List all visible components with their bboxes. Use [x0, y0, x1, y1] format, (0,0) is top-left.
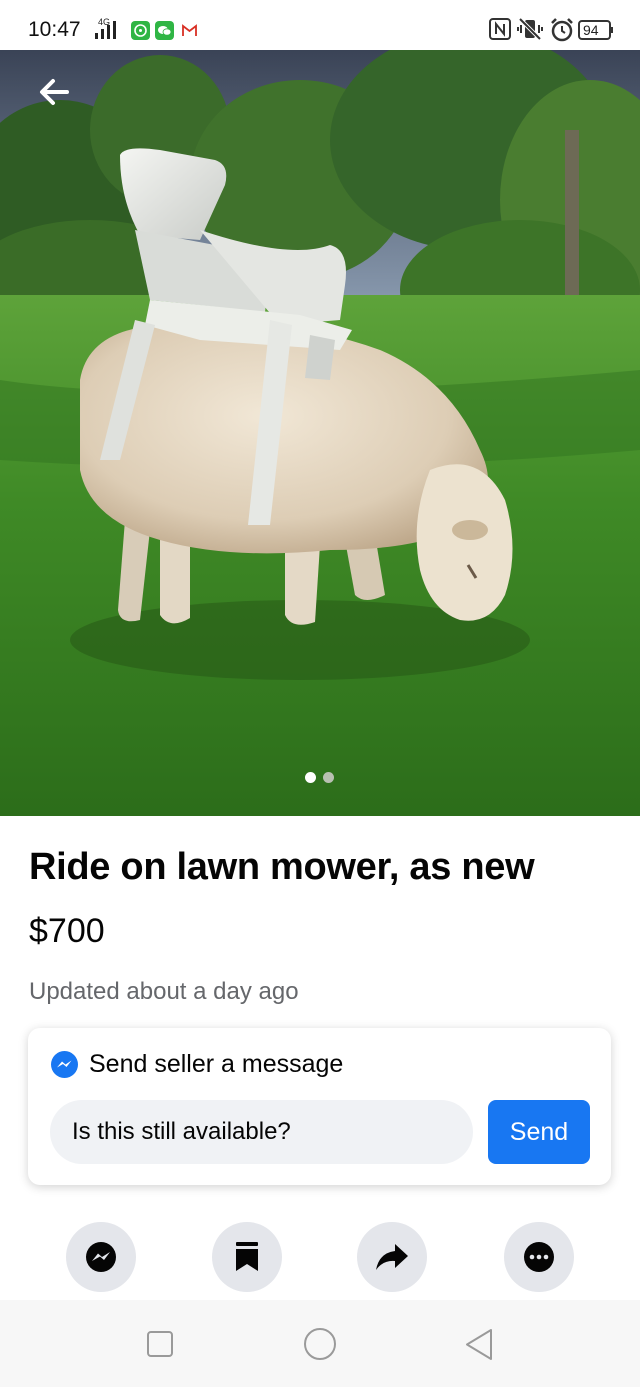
signal-icon: 4G: [92, 16, 124, 42]
status-bar: 10:47 4G 94: [0, 0, 640, 50]
more-icon: [524, 1242, 554, 1272]
back-nav-button[interactable]: [464, 1328, 494, 1362]
share-listing-button[interactable]: [357, 1222, 427, 1292]
message-input[interactable]: [50, 1100, 473, 1164]
arrow-left-icon: [40, 79, 69, 105]
save-bookmark-icon: [236, 1242, 258, 1271]
listing-price: $700: [29, 912, 105, 950]
wechat-icon: [155, 21, 174, 40]
message-seller-card: Send seller a message Send: [28, 1028, 611, 1185]
listing-updated-time: Updated about a day ago: [29, 978, 299, 1005]
messenger-icon: [86, 1242, 116, 1272]
message-card-header: Send seller a message: [50, 1050, 343, 1079]
vibrate-icon: [517, 17, 543, 41]
home-button[interactable]: [302, 1328, 338, 1362]
status-time: 10:47: [28, 18, 81, 41]
listing-photo: [0, 50, 640, 816]
system-navigation-bar: [0, 1300, 640, 1387]
save-listing-button[interactable]: [212, 1222, 282, 1292]
photo-pagination-dots: [305, 772, 334, 783]
photo-dot-inactive[interactable]: [323, 772, 334, 783]
share-icon: [376, 1244, 408, 1270]
send-button-label: Send: [509, 1117, 569, 1146]
alarm-icon: [551, 18, 573, 42]
message-card-heading: Send seller a message: [89, 1050, 344, 1078]
listing-photo-carousel[interactable]: [0, 50, 640, 816]
battery-level: 94: [583, 22, 599, 38]
messenger-icon: [51, 1051, 78, 1078]
gmail-icon: [180, 21, 199, 40]
battery-icon: 94: [578, 19, 614, 41]
photo-dot-active[interactable]: [305, 772, 316, 783]
message-seller-button[interactable]: [66, 1222, 136, 1292]
whatsapp-icon: [131, 21, 150, 40]
back-button[interactable]: [30, 72, 78, 112]
recent-apps-button[interactable]: [146, 1328, 174, 1360]
send-button[interactable]: Send: [488, 1100, 590, 1164]
more-options-button[interactable]: [504, 1222, 574, 1292]
listing-title: Ride on lawn mower, as new: [29, 846, 535, 888]
nfc-icon: [489, 18, 511, 40]
